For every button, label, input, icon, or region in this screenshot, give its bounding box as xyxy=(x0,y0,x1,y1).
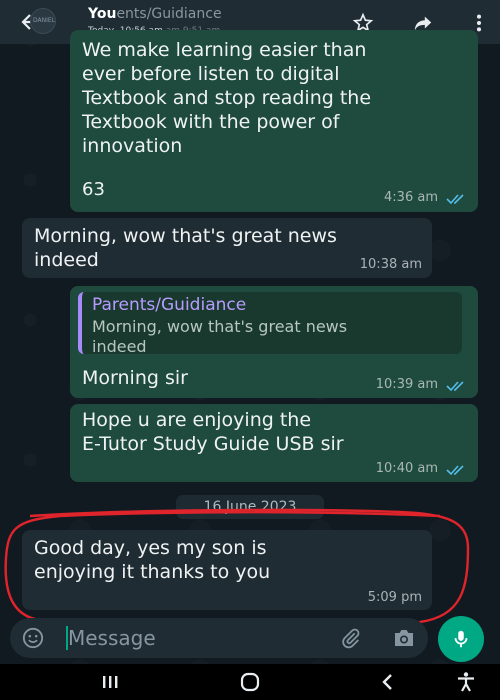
message-line: enjoying it thanks to you xyxy=(34,561,271,583)
message-text: We make learning easier than ever before… xyxy=(82,38,371,158)
message-input[interactable] xyxy=(68,622,328,654)
mic-icon xyxy=(454,630,468,648)
title-rest: ents/Guidiance xyxy=(116,6,222,22)
message-line: We make learning easier than xyxy=(82,39,367,61)
nav-recents-icon[interactable] xyxy=(98,670,122,694)
chat-title[interactable]: Youents/Guidiance xyxy=(88,6,222,22)
accessibility-icon[interactable] xyxy=(454,670,478,694)
message-text: Good day, yes my son is enjoying it than… xyxy=(34,536,270,584)
message-bubble-outgoing[interactable]: Hope u are enjoying the E-Tutor Study Gu… xyxy=(70,404,478,482)
message-bubble-incoming[interactable]: Morning, wow that's great news indeed 10… xyxy=(22,218,432,278)
message-line: Textbook and stop reading the xyxy=(82,87,372,109)
message-bubble-outgoing[interactable]: We make learning easier than ever before… xyxy=(70,30,478,212)
message-line: Hope u are enjoying the xyxy=(82,409,312,431)
message-line: E-Tutor Study Guide USB sir xyxy=(82,433,344,455)
nav-back-icon[interactable] xyxy=(376,670,400,694)
message-composer[interactable] xyxy=(10,618,428,658)
message-time: 4:36 am xyxy=(384,190,438,205)
emoji-icon[interactable] xyxy=(22,627,44,649)
attach-icon[interactable] xyxy=(340,627,362,649)
message-extra: 63 xyxy=(82,179,105,200)
read-ticks-icon xyxy=(446,381,464,392)
quoted-line: Morning, wow that's great news xyxy=(92,317,348,336)
message-time: 5:09 pm xyxy=(367,590,422,605)
message-line: Morning, wow that's great news xyxy=(34,225,337,247)
message-line: Good day, yes my son is xyxy=(34,537,267,559)
message-bubble-outgoing-reply[interactable]: Parents/Guidiance Morning, wow that's gr… xyxy=(70,286,478,398)
message-line: innovation xyxy=(82,135,183,157)
avatar-text: DANIEL xyxy=(32,17,55,24)
quoted-text: Morning, wow that's great news indeed xyxy=(92,317,347,357)
title-prefix: You xyxy=(88,6,117,22)
message-time: 10:39 am xyxy=(375,377,438,392)
quoted-line: indeed xyxy=(92,337,147,356)
message-line: ever before listen to digital xyxy=(82,63,340,85)
message-bubble-incoming[interactable]: Good day, yes my son is enjoying it than… xyxy=(22,530,432,610)
message-time: 10:40 am xyxy=(375,461,438,476)
avatar[interactable]: DANIEL xyxy=(30,8,56,34)
quoted-message[interactable]: Parents/Guidiance Morning, wow that's gr… xyxy=(78,292,462,357)
message-text: Hope u are enjoying the E-Tutor Study Gu… xyxy=(82,408,344,456)
message-time: 10:38 am xyxy=(359,257,422,272)
system-nav-bar xyxy=(0,664,500,700)
camera-icon[interactable] xyxy=(392,627,416,649)
read-ticks-icon xyxy=(446,194,464,205)
message-line: indeed xyxy=(34,249,99,271)
mic-button[interactable] xyxy=(438,616,484,662)
message-line: Textbook with the power of xyxy=(82,111,340,133)
date-divider: 16 June 2023 xyxy=(176,495,324,519)
read-ticks-icon xyxy=(446,465,464,476)
message-text: Morning, wow that's great news indeed xyxy=(34,224,337,272)
nav-home-icon[interactable] xyxy=(238,670,262,694)
quoted-sender: Parents/Guidiance xyxy=(92,295,247,315)
message-text: Morning sir xyxy=(82,367,188,389)
